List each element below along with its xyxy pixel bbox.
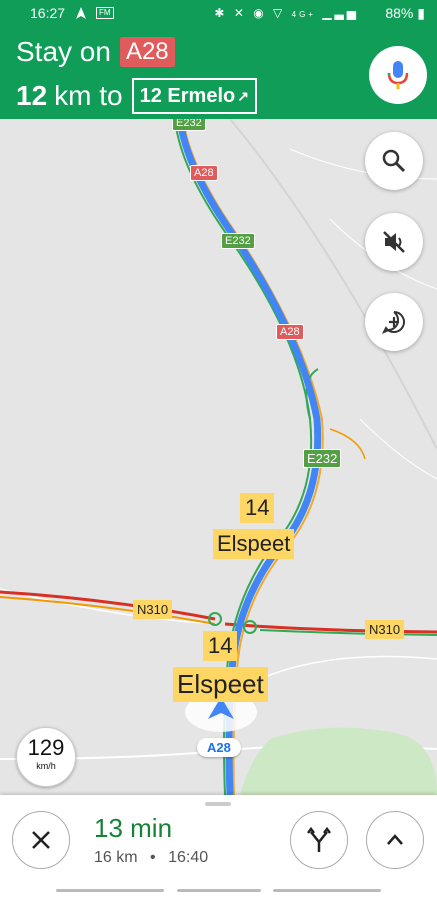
system-nav-back[interactable]	[273, 889, 381, 892]
instruction-text: Stay on	[16, 36, 111, 67]
mute-icon: ✕	[233, 6, 247, 20]
search-along-route-button[interactable]	[365, 132, 423, 190]
separator: •	[150, 849, 156, 866]
exit-number-label: 14	[203, 631, 238, 661]
add-report-button[interactable]	[365, 293, 423, 351]
location-icon: ◉	[253, 6, 267, 20]
distance-line: 12 km to 12 Ermelo ↗	[16, 78, 257, 114]
status-icons: ✱ ✕ ◉ ▽ 4G+ ▁▃▅	[214, 6, 359, 20]
road-shield-a28: A28	[119, 37, 175, 67]
road-shield-e232: E232	[172, 119, 206, 131]
exit-arrow-icon: ↗	[237, 88, 249, 104]
voice-search-button[interactable]	[369, 46, 427, 104]
system-nav-home[interactable]	[177, 889, 261, 892]
signal-icon: ▁▃▅	[322, 6, 359, 20]
exit-navigation-button[interactable]	[12, 811, 70, 869]
distance-value: 12	[16, 80, 48, 111]
road-shield-e232: E232	[303, 449, 342, 468]
drag-handle[interactable]	[205, 802, 231, 806]
trip-distance: 16 km	[94, 849, 138, 866]
fm-radio-icon: FM	[96, 7, 114, 19]
speed-unit: km/h	[36, 761, 56, 771]
eta-details: 16 km • 16:40	[94, 849, 208, 867]
microphone-icon	[387, 61, 409, 89]
mute-voice-button[interactable]	[365, 213, 423, 271]
expand-sheet-button[interactable]	[366, 811, 424, 869]
exit-place-label: Elspeet	[173, 667, 268, 702]
add-comment-icon	[381, 311, 405, 334]
status-time: 16:27	[30, 5, 66, 21]
exit-sign: 12 Ermelo ↗	[131, 78, 257, 114]
road-shield-a28: A28	[276, 324, 304, 340]
arrival-time: 16:40	[168, 849, 209, 866]
wifi-icon: ▽	[273, 6, 286, 20]
trip-summary-sheet[interactable]: 13 min 16 km • 16:40	[0, 795, 437, 900]
system-nav-recents[interactable]	[56, 889, 164, 892]
current-road-label: A28	[197, 738, 241, 757]
volume-off-icon	[383, 231, 405, 253]
status-bar: 16:27 FM ✱ ✕ ◉ ▽ 4G+ ▁▃▅ 88% ▮	[0, 0, 437, 28]
route-fork-icon	[307, 826, 331, 852]
map-view[interactable]: E232 A28 E232 A28 E232 N310 N310 14 Elsp…	[0, 119, 437, 795]
speed-value: 129	[27, 735, 65, 760]
road-shield-a28: A28	[190, 165, 218, 181]
eta-duration: 13 min	[94, 813, 173, 843]
bluetooth-icon: ✱	[214, 6, 228, 20]
alternate-routes-button[interactable]	[290, 811, 348, 869]
battery-level: 88% ▮	[385, 5, 425, 22]
chevron-up-icon	[387, 834, 403, 845]
navigation-arrow-icon	[76, 7, 86, 19]
road-label-n310: N310	[133, 600, 173, 619]
speedometer: 129 km/h	[16, 727, 76, 787]
search-icon	[382, 149, 406, 173]
battery-charging-icon: ▮	[417, 5, 425, 21]
network-type: 4G+	[291, 10, 316, 19]
distance-unit: km to	[54, 80, 123, 111]
road-shield-e232: E232	[221, 233, 255, 249]
exit-place-label: Elspeet	[213, 529, 295, 559]
instruction-line: Stay on A28	[16, 36, 175, 68]
close-icon	[32, 831, 50, 849]
exit-sign-text: 12 Ermelo	[139, 85, 236, 107]
battery-percent: 88%	[385, 5, 414, 21]
navigation-instruction-header[interactable]: Stay on A28 12 km to 12 Ermelo ↗	[0, 28, 437, 119]
exit-number-label: 14	[240, 493, 275, 523]
road-label-n310: N310	[365, 620, 405, 639]
